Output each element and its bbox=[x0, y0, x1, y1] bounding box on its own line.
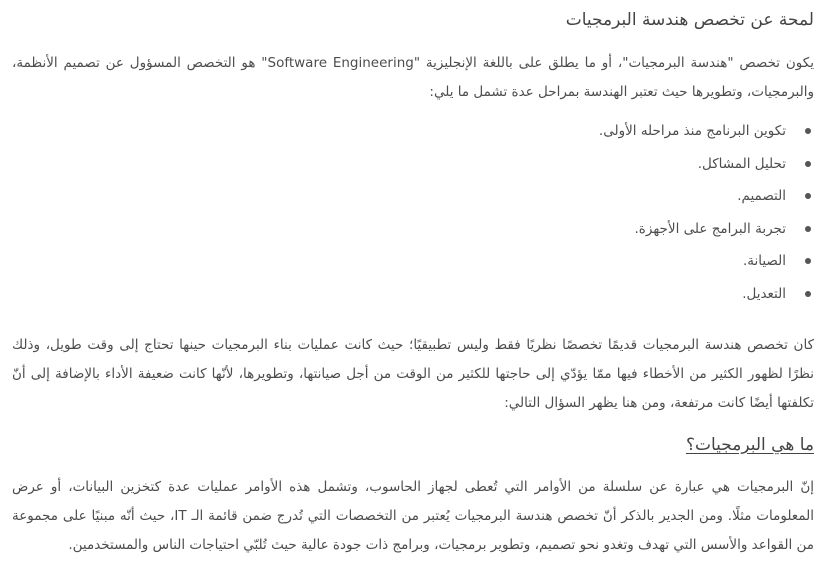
definition-paragraph: إنّ البرمجيات هي عبارة عن سلسلة من الأوا… bbox=[12, 478, 814, 553]
list-item: تجربة البرامج على الأجهزة. bbox=[12, 213, 811, 246]
article-heading: لمحة عن تخصص هندسة البرمجيات bbox=[565, 10, 814, 30]
history-paragraph: كان تخصص هندسة البرمجيات قديمًا تخصصًا ن… bbox=[12, 336, 814, 411]
list-item-text: تكوين البرنامج منذ مراحله الأولى. bbox=[598, 123, 786, 139]
list-item-text: تجربة البرامج على الأجهزة. bbox=[634, 220, 786, 237]
bullet-icon bbox=[805, 225, 811, 232]
list-item: التعديل. bbox=[12, 278, 811, 311]
list-item-text: تحليل المشاكل. bbox=[697, 155, 786, 172]
intro-paragraph: يكون تخصص "هندسة البرمجيات"، أو ما يطلق … bbox=[12, 55, 814, 100]
stages-list: تكوين البرنامج منذ مراحله الأولى. تحليل … bbox=[12, 115, 814, 311]
list-item-text: التصميم. bbox=[737, 188, 786, 205]
bullet-icon bbox=[805, 290, 811, 297]
list-item: تكوين البرنامج منذ مراحله الأولى. bbox=[12, 115, 811, 148]
bullet-icon bbox=[805, 160, 811, 167]
list-item: التصميم. bbox=[12, 180, 811, 213]
bullet-icon bbox=[805, 258, 811, 265]
list-item: الصيانة. bbox=[12, 245, 811, 278]
list-item-text: التعديل. bbox=[742, 285, 786, 302]
section-subheading: ما هي البرمجيات؟ bbox=[12, 434, 814, 456]
subheading-text: ما هي البرمجيات؟ bbox=[685, 434, 814, 455]
article: لمحة عن تخصص هندسة البرمجيات يكون تخصص "… bbox=[0, 0, 824, 580]
bullet-icon bbox=[805, 193, 811, 200]
list-item: تحليل المشاكل. bbox=[12, 148, 811, 181]
list-item-text: الصيانة. bbox=[742, 253, 786, 270]
bullet-icon bbox=[805, 128, 811, 134]
